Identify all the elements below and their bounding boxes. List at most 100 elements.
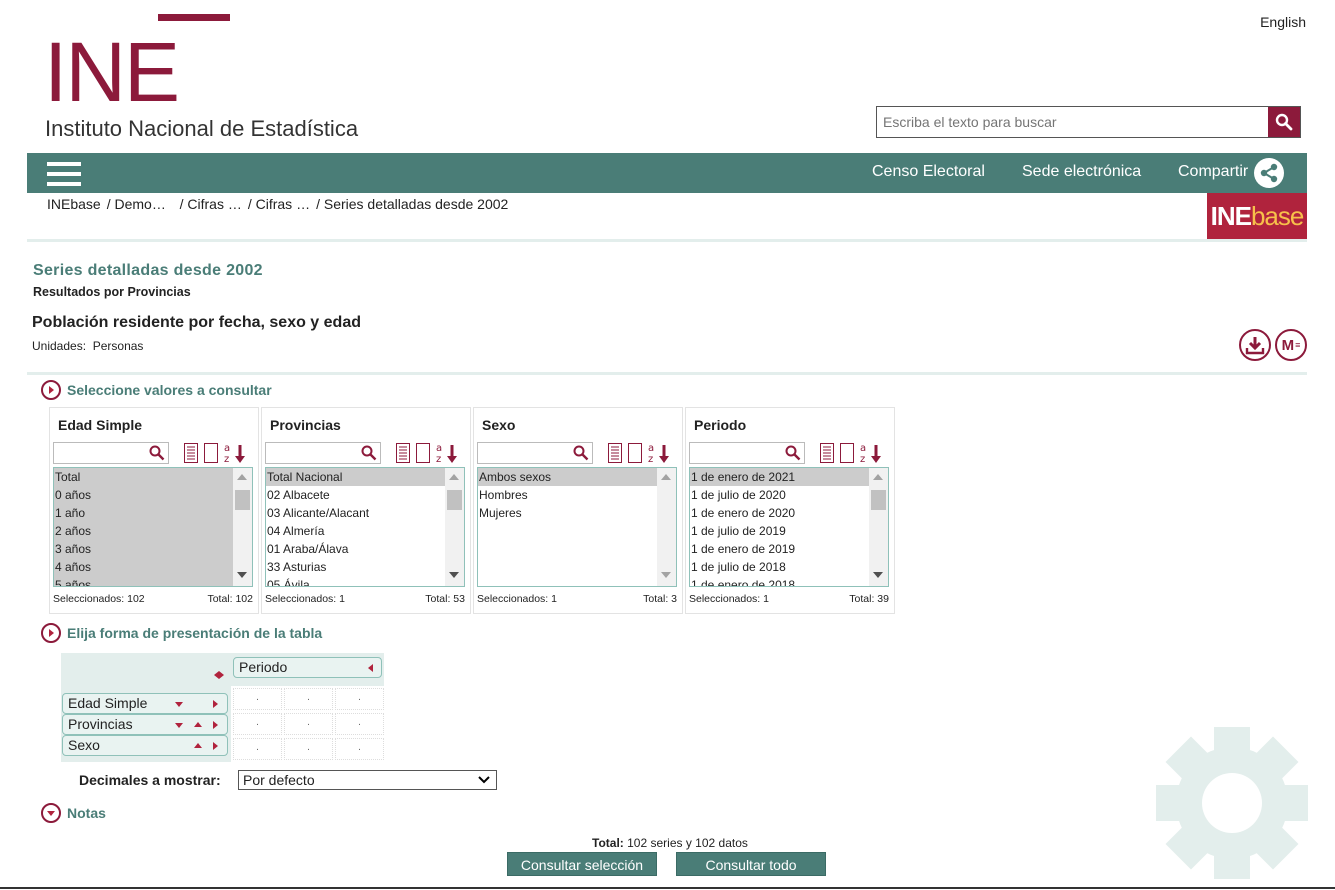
variable-options-list[interactable]: Ambos sexos Hombres Mujeres — [477, 467, 677, 587]
consult-selection-button[interactable]: Consultar selección — [507, 852, 657, 876]
nav-sede-electronica[interactable]: Sede electrónica — [1022, 163, 1141, 181]
list-option[interactable]: 1 año — [54, 504, 252, 522]
row-var-pill-sexo[interactable]: Sexo — [62, 735, 228, 756]
list-option[interactable]: 0 años — [54, 486, 252, 504]
list-option[interactable]: 02 Albacete — [266, 486, 464, 504]
variable-options-list[interactable]: Total Nacional 02 Albacete 03 Alicante/A… — [265, 467, 465, 587]
list-option[interactable]: 1 de enero de 2020 — [690, 504, 888, 522]
sort-az-icon[interactable]: az — [648, 442, 670, 464]
column-var-pill[interactable]: Periodo — [233, 657, 382, 678]
search-icon[interactable] — [785, 445, 801, 461]
list-option[interactable]: 03 Alicante/Alacant — [266, 504, 464, 522]
search-input[interactable] — [877, 107, 1267, 137]
variable-options-list[interactable]: 1 de enero de 2021 1 de julio de 2020 1 … — [689, 467, 889, 587]
preview-cell: . — [284, 738, 333, 760]
list-option[interactable]: 5 años — [54, 576, 252, 586]
total-count: Total: 3 — [643, 593, 677, 605]
row-var-pill-provincias[interactable]: Provincias — [62, 714, 228, 735]
select-all-icon[interactable] — [608, 443, 622, 463]
preview-cell: . — [233, 713, 282, 735]
scrollbar[interactable] — [657, 468, 676, 586]
sort-az-icon[interactable]: az — [224, 442, 246, 464]
search-button[interactable] — [1268, 107, 1300, 137]
list-option[interactable]: 05 Ávila — [266, 576, 464, 586]
decimals-select[interactable]: Por defecto — [238, 770, 497, 790]
deselect-all-icon[interactable] — [416, 443, 430, 463]
list-option[interactable]: 3 años — [54, 540, 252, 558]
metadata-icon[interactable]: M ≡ — [1275, 329, 1307, 361]
list-option[interactable]: 1 de enero de 2019 — [690, 540, 888, 558]
scrollbar[interactable] — [869, 468, 888, 586]
list-option[interactable]: 33 Asturias — [266, 558, 464, 576]
sort-az-icon[interactable]: az — [860, 442, 882, 464]
breadcrumb-cifras-1[interactable]: / Cifras … — [180, 196, 242, 212]
scrollbar[interactable] — [445, 468, 464, 586]
select-all-icon[interactable] — [184, 443, 198, 463]
download-icon[interactable] — [1239, 329, 1271, 361]
share-icon[interactable] — [1254, 158, 1284, 188]
move-down-icon[interactable] — [175, 702, 183, 707]
deselect-all-icon[interactable] — [628, 443, 642, 463]
row-var-pill-edad[interactable]: Edad Simple — [62, 693, 228, 714]
sort-az-icon[interactable]: az — [436, 442, 458, 464]
list-option[interactable]: Hombres — [478, 486, 676, 504]
preview-cell: . — [284, 713, 333, 735]
list-option[interactable]: 4 años — [54, 558, 252, 576]
expand-down-icon — [41, 803, 61, 823]
list-option[interactable]: Ambos sexos — [478, 468, 676, 486]
list-option[interactable]: 1 de julio de 2020 — [690, 486, 888, 504]
list-option[interactable]: 01 Araba/Álava — [266, 540, 464, 558]
breadcrumb-demo[interactable]: / Demo… — [107, 196, 166, 212]
select-all-icon[interactable] — [396, 443, 410, 463]
list-option[interactable]: Mujeres — [478, 504, 676, 522]
variable-search-input[interactable] — [265, 442, 381, 464]
breadcrumb-inebase[interactable]: INEbase — [47, 196, 101, 212]
list-option[interactable]: 1 de enero de 2018 — [690, 576, 888, 586]
select-values-toggle[interactable]: Seleccione valores a consultar — [41, 380, 272, 400]
variable-options-list[interactable]: Total 0 años 1 año 2 años 3 años 4 años … — [53, 467, 253, 587]
select-all-icon[interactable] — [820, 443, 834, 463]
scrollbar[interactable] — [233, 468, 252, 586]
move-up-icon[interactable] — [194, 743, 202, 748]
list-option[interactable]: 2 años — [54, 522, 252, 540]
variable-search-input[interactable] — [689, 442, 805, 464]
ine-logo[interactable]: INE Instituto Nacional de Estadística — [44, 12, 384, 142]
table-layout-toggle[interactable]: Elija forma de presentación de la tabla — [41, 623, 322, 643]
nav-censo-electoral[interactable]: Censo Electoral — [872, 163, 985, 181]
search-icon[interactable] — [149, 445, 165, 461]
move-down-icon[interactable] — [175, 723, 183, 728]
inebase-logo[interactable]: INE base — [1207, 193, 1307, 239]
move-left-icon[interactable] — [368, 664, 373, 672]
consult-all-button[interactable]: Consultar todo — [676, 852, 826, 876]
deselect-all-icon[interactable] — [840, 443, 854, 463]
move-right-icon[interactable] — [213, 742, 218, 750]
list-option[interactable]: Total — [54, 468, 252, 486]
breadcrumb-cifras-2[interactable]: / Cifras … — [248, 196, 310, 212]
list-option[interactable]: 1 de julio de 2019 — [690, 522, 888, 540]
metadata-icon-letter: M — [1281, 336, 1295, 354]
variable-title: Provincias — [270, 417, 341, 433]
variable-search-input[interactable] — [477, 442, 593, 464]
variable-search-input[interactable] — [53, 442, 169, 464]
move-right-icon[interactable] — [213, 700, 218, 708]
variable-box-edad: Edad Simple az Total 0 años 1 año 2 años… — [49, 407, 259, 614]
search-icon[interactable] — [361, 445, 377, 461]
list-option[interactable]: 1 de enero de 2021 — [690, 468, 888, 486]
list-option[interactable]: 04 Almería — [266, 522, 464, 540]
menu-icon[interactable] — [47, 162, 81, 186]
move-up-icon[interactable] — [194, 722, 202, 727]
settings-gear-icon[interactable] — [1156, 727, 1308, 879]
move-right-icon[interactable] — [213, 721, 218, 729]
preview-cell: . — [335, 738, 384, 760]
search-icon[interactable] — [573, 445, 589, 461]
list-option[interactable]: Total Nacional — [266, 468, 464, 486]
notes-toggle[interactable]: Notas — [41, 803, 106, 823]
nav-compartir[interactable]: Compartir — [1178, 163, 1248, 181]
table-title: Población residente por fecha, sexo y ed… — [32, 314, 361, 331]
swap-axes-icon[interactable] — [214, 671, 224, 679]
total-count: Total: 39 — [849, 593, 889, 605]
selection-count: Seleccionados: 1 Total: 3 — [477, 593, 677, 605]
language-link[interactable]: English — [1260, 14, 1306, 30]
list-option[interactable]: 1 de julio de 2018 — [690, 558, 888, 576]
deselect-all-icon[interactable] — [204, 443, 218, 463]
